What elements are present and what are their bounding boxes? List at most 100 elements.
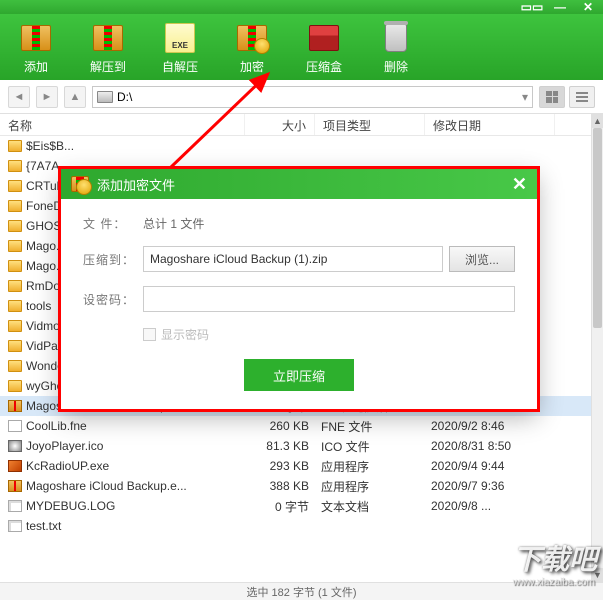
exe-icon: EXE bbox=[162, 20, 198, 56]
extract-icon bbox=[90, 20, 126, 56]
window-titlebar: ▭▭ — ✕ bbox=[0, 0, 603, 14]
file-icon bbox=[8, 240, 22, 252]
encrypt-label: 加密 bbox=[240, 58, 264, 75]
show-password-label: 显示密码 bbox=[161, 326, 209, 343]
encrypt-dialog: 添加加密文件 ✕ 文 件： 总计 1 文件 压缩到： 浏览... 设密码： 显示… bbox=[61, 169, 537, 409]
show-password-checkbox[interactable] bbox=[143, 328, 156, 341]
path-dropdown-icon[interactable]: ▾ bbox=[522, 90, 528, 104]
file-icon bbox=[8, 480, 22, 492]
col-size[interactable]: 大小 bbox=[245, 114, 315, 135]
dialog-dest-input[interactable] bbox=[143, 246, 443, 272]
add-button[interactable]: 添加 bbox=[0, 14, 72, 80]
col-name[interactable]: 名称 bbox=[0, 114, 245, 135]
column-headers: 名称 大小 项目类型 修改日期 bbox=[0, 114, 603, 136]
file-icon bbox=[8, 320, 22, 332]
file-row[interactable]: Magoshare iCloud Backup.e...388 KB应用程序20… bbox=[0, 476, 591, 496]
file-type: 应用程序 bbox=[315, 458, 425, 475]
scroll-up-button[interactable]: ▲ bbox=[592, 114, 603, 128]
file-name: MYDEBUG.LOG bbox=[26, 499, 115, 513]
file-type: ICO 文件 bbox=[315, 438, 425, 455]
main-toolbar: 添加 解压到 EXE 自解压 加密 压缩盒 删除 bbox=[0, 14, 603, 80]
file-size: 260 KB bbox=[245, 419, 315, 433]
file-name: tools bbox=[26, 299, 51, 313]
file-row[interactable]: JoyoPlayer.ico 81.3 KBICO 文件2020/8/31 8:5… bbox=[0, 436, 591, 456]
dialog-dest-label: 压缩到： bbox=[83, 251, 137, 268]
file-name: CoolLib.fne bbox=[26, 419, 87, 433]
dialog-password-input[interactable] bbox=[143, 286, 515, 312]
dialog-browse-button[interactable]: 浏览... bbox=[449, 246, 515, 272]
grid-view-icon bbox=[546, 91, 558, 103]
path-text: D:\ bbox=[117, 90, 132, 104]
file-type: 文本文档 bbox=[315, 498, 425, 515]
file-icon bbox=[8, 160, 22, 172]
view-list-button[interactable] bbox=[569, 86, 595, 108]
status-bar: 选中 182 字节 (1 文件) bbox=[0, 582, 603, 600]
compact-mode-button[interactable]: ▭▭ bbox=[525, 2, 539, 12]
delete-label: 删除 bbox=[384, 58, 408, 75]
col-type[interactable]: 项目类型 bbox=[315, 114, 425, 135]
file-row[interactable]: $Eis$B... bbox=[0, 136, 591, 156]
file-date: 2020/9/2 8:46 bbox=[425, 419, 555, 433]
encrypt-button[interactable]: 加密 bbox=[216, 14, 288, 80]
file-name: test.txt bbox=[26, 519, 61, 533]
self-extract-button[interactable]: EXE 自解压 bbox=[144, 14, 216, 80]
file-date: 2020/9/8 ... bbox=[425, 499, 555, 513]
dialog-title-text: 添加加密文件 bbox=[97, 175, 175, 194]
minimize-button[interactable]: — bbox=[553, 2, 567, 12]
file-icon bbox=[8, 520, 22, 532]
file-date: 2020/9/4 9:44 bbox=[425, 459, 555, 473]
file-icon bbox=[8, 360, 22, 372]
delete-button[interactable]: 删除 bbox=[360, 14, 432, 80]
vertical-scrollbar[interactable]: ▲ ▼ bbox=[591, 114, 603, 582]
file-size: 81.3 KB bbox=[245, 439, 315, 453]
file-icon bbox=[8, 140, 22, 152]
dialog-submit-button[interactable]: 立即压缩 bbox=[244, 359, 354, 391]
file-icon bbox=[8, 400, 22, 412]
file-date: 2020/8/31 8:50 bbox=[425, 439, 555, 453]
file-icon bbox=[8, 460, 22, 472]
file-name: JoyoPlayer.ico bbox=[26, 439, 103, 453]
file-icon bbox=[8, 500, 22, 512]
file-icon bbox=[8, 220, 22, 232]
nav-back-button[interactable]: ◄ bbox=[8, 86, 30, 108]
list-view-icon bbox=[576, 92, 588, 102]
extract-label: 解压到 bbox=[90, 58, 126, 75]
file-row[interactable]: KcRadioUP.exe293 KB应用程序2020/9/4 9:44 bbox=[0, 456, 591, 476]
file-icon bbox=[8, 340, 22, 352]
file-row[interactable]: MYDEBUG.LOG 0 字节文本文档2020/9/8 ... bbox=[0, 496, 591, 516]
file-icon bbox=[8, 420, 22, 432]
self-extract-label: 自解压 bbox=[162, 58, 198, 75]
file-type: 应用程序 bbox=[315, 478, 425, 495]
file-icon bbox=[8, 260, 22, 272]
add-archive-icon bbox=[18, 20, 54, 56]
file-type: FNE 文件 bbox=[315, 418, 425, 435]
scroll-down-button[interactable]: ▼ bbox=[592, 568, 603, 582]
file-icon bbox=[8, 380, 22, 392]
file-icon bbox=[8, 200, 22, 212]
file-icon bbox=[8, 300, 22, 312]
nav-bar: ◄ ► ▲ D:\ ▾ bbox=[0, 80, 603, 114]
nav-forward-button[interactable]: ► bbox=[36, 86, 58, 108]
file-icon bbox=[8, 180, 22, 192]
drive-icon bbox=[97, 91, 113, 103]
dialog-title-icon bbox=[71, 176, 89, 192]
col-date[interactable]: 修改日期 bbox=[425, 114, 555, 135]
file-row[interactable]: test.txt bbox=[0, 516, 591, 536]
close-window-button[interactable]: ✕ bbox=[581, 2, 595, 12]
file-date: 2020/9/7 9:36 bbox=[425, 479, 555, 493]
view-grid-button[interactable] bbox=[539, 86, 565, 108]
add-label: 添加 bbox=[24, 58, 48, 75]
file-row[interactable]: CoolLib.fne 260 KBFNE 文件2020/9/2 8:46 bbox=[0, 416, 591, 436]
file-size: 388 KB bbox=[245, 479, 315, 493]
extract-to-button[interactable]: 解压到 bbox=[72, 14, 144, 80]
trash-icon bbox=[378, 20, 414, 56]
scroll-thumb[interactable] bbox=[593, 128, 602, 328]
dialog-close-button[interactable]: ✕ bbox=[512, 174, 527, 195]
archive-box-button[interactable]: 压缩盒 bbox=[288, 14, 360, 80]
dialog-file-count: 总计 1 文件 bbox=[143, 215, 204, 232]
file-size: 0 字节 bbox=[245, 498, 315, 515]
path-bar[interactable]: D:\ ▾ bbox=[92, 86, 533, 108]
nav-up-button[interactable]: ▲ bbox=[64, 86, 86, 108]
encrypt-icon bbox=[234, 20, 270, 56]
chest-icon bbox=[306, 20, 342, 56]
